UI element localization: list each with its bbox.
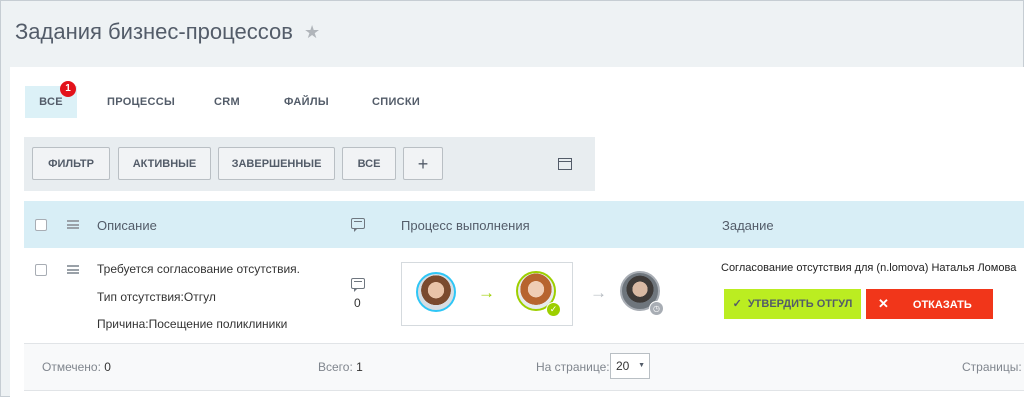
comments-column-icon xyxy=(351,218,365,232)
row-checkbox[interactable] xyxy=(35,264,47,276)
tab-crm[interactable]: CRM xyxy=(214,86,240,118)
clock-icon: ◷ xyxy=(649,301,664,316)
check-icon: ✓ xyxy=(732,298,742,310)
pages-label: Страницы: xyxy=(962,360,1022,374)
tab-all-counter-badge: 1 xyxy=(60,81,76,97)
comment-icon[interactable] xyxy=(351,278,365,292)
column-header-task[interactable]: Задание xyxy=(722,218,774,233)
comment-count: 0 xyxy=(354,296,361,310)
description-line: Причина:Посещение поликлиники xyxy=(97,317,288,331)
description-line: Тип отсутствия:Отгул xyxy=(97,290,216,304)
column-settings-icon[interactable] xyxy=(67,220,79,229)
check-icon: ✓ xyxy=(546,302,561,317)
close-icon: ✕ xyxy=(878,296,889,311)
add-filter-button[interactable]: + xyxy=(403,147,443,180)
marked-label: Отмечено: xyxy=(42,360,101,374)
decline-button[interactable]: ✕ ОТКАЗАТЬ xyxy=(866,289,993,319)
initiator-avatar[interactable] xyxy=(416,272,456,312)
total-label: Всего: xyxy=(318,360,353,374)
panel-view-icon[interactable] xyxy=(558,158,572,170)
column-header-process[interactable]: Процесс выполнения xyxy=(401,218,530,233)
arrow-right-icon: → xyxy=(478,283,495,302)
approve-button-label: УТВЕРДИТЬ ОТГУЛ xyxy=(747,298,853,310)
table-footer xyxy=(24,343,1024,391)
filter-button[interactable]: ФИЛЬТР xyxy=(32,147,110,180)
star-icon[interactable]: ★ xyxy=(304,22,320,43)
marked-count: Отмечено: 0 xyxy=(42,360,111,374)
decline-button-label: ОТКАЗАТЬ xyxy=(912,299,972,311)
column-header-description[interactable]: Описание xyxy=(97,218,157,233)
approve-button[interactable]: ✓ УТВЕРДИТЬ ОТГУЛ xyxy=(724,289,861,319)
marked-value: 0 xyxy=(104,360,111,374)
total-value: 1 xyxy=(356,360,363,374)
all-filter-button[interactable]: ВСЕ xyxy=(342,147,396,180)
active-filter-button[interactable]: АКТИВНЫЕ xyxy=(118,147,211,180)
row-menu-icon[interactable] xyxy=(67,265,79,274)
select-all-checkbox[interactable] xyxy=(35,219,47,231)
task-title[interactable]: Согласование отсутствия для (n.lomova) Н… xyxy=(721,262,1016,274)
tab-processes[interactable]: ПРОЦЕССЫ xyxy=(107,86,175,118)
per-page-label: На странице: xyxy=(536,360,610,374)
total-count: Всего: 1 xyxy=(318,360,363,374)
per-page-select[interactable]: 20 xyxy=(610,353,650,379)
arrow-right-icon: → xyxy=(590,283,607,302)
page-title: Задания бизнес-процессов xyxy=(15,19,293,44)
completed-filter-button[interactable]: ЗАВЕРШЕННЫЕ xyxy=(218,147,335,180)
tab-lists[interactable]: СПИСКИ xyxy=(372,86,420,118)
tab-files[interactable]: ФАЙЛЫ xyxy=(284,86,329,118)
description-line: Требуется согласование отсутствия. xyxy=(97,262,301,276)
